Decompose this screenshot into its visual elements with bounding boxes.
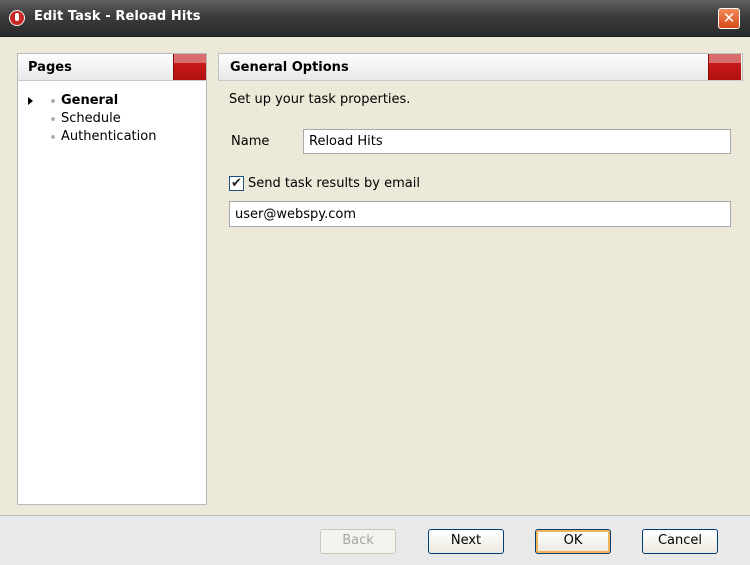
pages-header-label: Pages [28,60,72,75]
options-panel-header: General Options [218,53,743,81]
send-email-label[interactable]: Send task results by email [248,176,420,191]
pages-panel-header: Pages [18,54,206,81]
nav-item-schedule[interactable]: Schedule [28,110,156,128]
current-page-arrow-icon [28,97,33,105]
panel-description: Set up your task properties. [229,92,411,107]
bullet-icon [51,117,55,121]
pages-panel: Pages General Schedule Authentication [17,53,207,505]
name-input[interactable] [303,129,731,154]
bullet-icon [51,135,55,139]
name-label: Name [231,134,270,149]
ok-button[interactable]: OK [535,529,611,554]
next-button[interactable]: Next [428,529,504,554]
general-options-panel: General Options Set up your task propert… [218,53,743,505]
pages-nav-list: General Schedule Authentication [28,92,156,146]
edit-task-dialog: Edit Task - Reload Hits ✕ Pages General … [0,0,750,565]
nav-item-label: Authentication [61,129,157,144]
button-bar: Back Next OK Cancel [0,515,750,565]
nav-item-general[interactable]: General [28,92,156,110]
title-bar[interactable]: Edit Task - Reload Hits ✕ [0,0,750,37]
email-input[interactable] [229,201,731,227]
back-button[interactable]: Back [320,529,396,554]
header-accent-tab [708,54,741,80]
cancel-button[interactable]: Cancel [642,529,718,554]
nav-item-authentication[interactable]: Authentication [28,128,156,146]
options-header-label: General Options [230,60,349,75]
send-email-checkbox[interactable]: ✔ [229,176,244,191]
bullet-icon [51,99,55,103]
app-logo-icon [9,10,25,26]
nav-item-label: Schedule [61,111,121,126]
window-title: Edit Task - Reload Hits [34,9,201,24]
header-accent-tab [173,54,206,80]
close-icon: ✕ [722,9,736,27]
nav-item-label: General [61,93,119,108]
close-button[interactable]: ✕ [718,8,740,29]
